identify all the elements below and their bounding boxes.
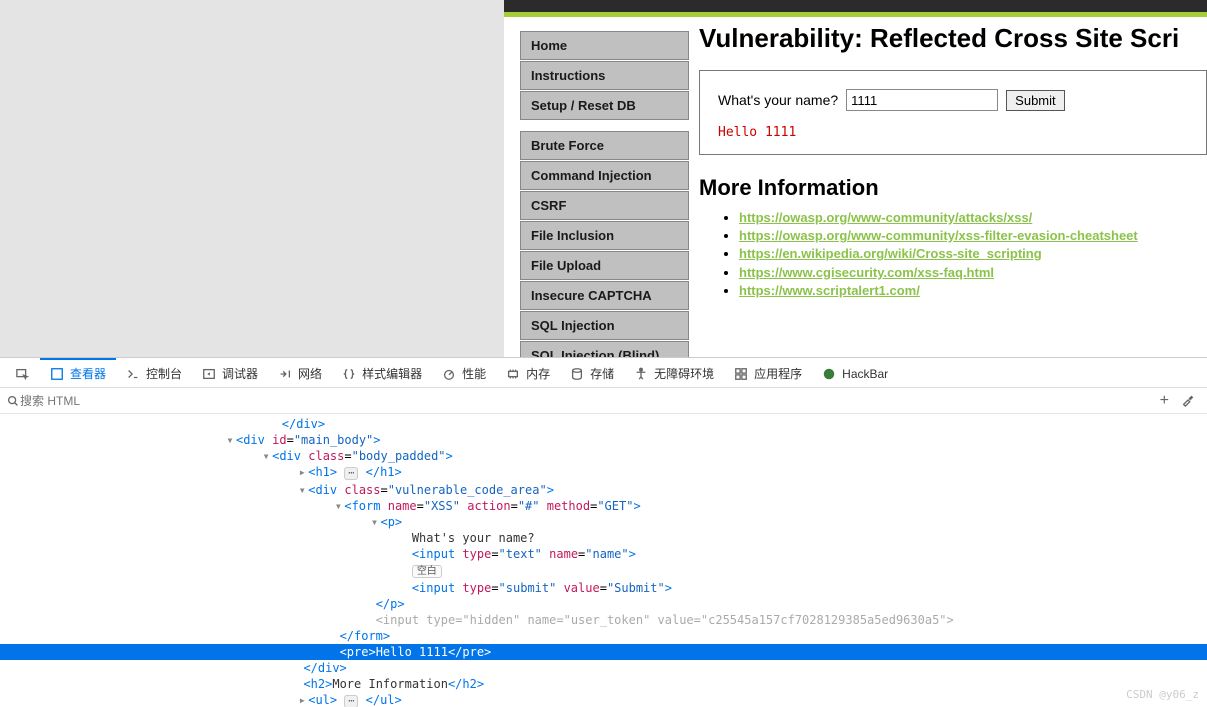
selected-dom-node[interactable]: <pre>Hello 1111</pre> bbox=[0, 644, 1207, 660]
tab-console[interactable]: 控制台 bbox=[116, 358, 192, 388]
info-link[interactable]: https://en.wikipedia.org/wiki/Cross-site… bbox=[739, 246, 1042, 261]
sidebar-nav: HomeInstructionsSetup / Reset DB Brute F… bbox=[504, 17, 699, 357]
info-link[interactable]: https://owasp.org/www-community/attacks/… bbox=[739, 210, 1032, 225]
watermark: CSDN @y06_z bbox=[1126, 687, 1199, 703]
info-link-item: https://www.scriptalert1.com/ bbox=[739, 282, 1207, 300]
info-link-item: https://www.cgisecurity.com/xss-faq.html bbox=[739, 264, 1207, 282]
nav-item[interactable]: Command Injection bbox=[520, 161, 689, 190]
dom-tree[interactable]: </div> ▾<div id="main_body"> ▾<div class… bbox=[0, 414, 1207, 707]
nav-item[interactable]: CSRF bbox=[520, 191, 689, 220]
nav-item[interactable]: Insecure CAPTCHA bbox=[520, 281, 689, 310]
output-pre: Hello 1111 bbox=[718, 125, 1188, 140]
devtools-search-row: + bbox=[0, 388, 1207, 414]
page-title: Vulnerability: Reflected Cross Site Scri bbox=[699, 23, 1207, 54]
search-icon bbox=[6, 394, 20, 408]
dvwa-page: HomeInstructionsSetup / Reset DB Brute F… bbox=[504, 0, 1207, 357]
name-input[interactable] bbox=[846, 89, 998, 111]
tab-style-editor[interactable]: 样式编辑器 bbox=[332, 358, 432, 388]
info-link[interactable]: https://owasp.org/www-community/xss-filt… bbox=[739, 228, 1138, 243]
info-link-item: https://owasp.org/www-community/xss-filt… bbox=[739, 227, 1207, 245]
nav-item[interactable]: File Inclusion bbox=[520, 221, 689, 250]
info-link[interactable]: https://www.scriptalert1.com/ bbox=[739, 283, 920, 298]
info-link[interactable]: https://www.cgisecurity.com/xss-faq.html bbox=[739, 265, 994, 280]
nav-item[interactable]: File Upload bbox=[520, 251, 689, 280]
html-search-input[interactable] bbox=[20, 390, 1154, 412]
add-node-button[interactable]: + bbox=[1154, 392, 1175, 410]
tab-performance[interactable]: 性能 bbox=[432, 358, 496, 388]
nav-item[interactable]: Instructions bbox=[520, 61, 689, 90]
header-blackbar bbox=[504, 0, 1207, 12]
nav-item[interactable]: Home bbox=[520, 31, 689, 60]
tab-accessibility[interactable]: 无障碍环境 bbox=[624, 358, 724, 388]
viewport-blank-area bbox=[0, 0, 504, 357]
info-links-list: https://owasp.org/www-community/attacks/… bbox=[739, 209, 1207, 300]
nav-item[interactable]: Setup / Reset DB bbox=[520, 91, 689, 120]
tab-inspector[interactable]: 查看器 bbox=[40, 358, 116, 388]
vulnerable-code-area: What's your name? Submit Hello 1111 bbox=[699, 70, 1207, 155]
browser-viewport: HomeInstructionsSetup / Reset DB Brute F… bbox=[0, 0, 1207, 358]
tab-hackbar[interactable]: HackBar bbox=[812, 358, 898, 388]
tab-pick-element[interactable] bbox=[6, 358, 40, 388]
form-label: What's your name? bbox=[718, 92, 838, 108]
devtools-panel: 查看器 控制台 调试器 网络 样式编辑器 性能 内存 存储 无障碍环境 应用程序… bbox=[0, 358, 1207, 707]
nav-item[interactable]: SQL Injection (Blind) bbox=[520, 341, 689, 357]
info-link-item: https://en.wikipedia.org/wiki/Cross-site… bbox=[739, 245, 1207, 263]
tab-application[interactable]: 应用程序 bbox=[724, 358, 812, 388]
submit-button[interactable]: Submit bbox=[1006, 90, 1064, 111]
tab-debugger[interactable]: 调试器 bbox=[192, 358, 268, 388]
nav-item[interactable]: Brute Force bbox=[520, 131, 689, 160]
tab-memory[interactable]: 内存 bbox=[496, 358, 560, 388]
nav-item[interactable]: SQL Injection bbox=[520, 311, 689, 340]
tab-network[interactable]: 网络 bbox=[268, 358, 332, 388]
devtools-tabs: 查看器 控制台 调试器 网络 样式编辑器 性能 内存 存储 无障碍环境 应用程序… bbox=[0, 358, 1207, 388]
tab-storage[interactable]: 存储 bbox=[560, 358, 624, 388]
eyedropper-button[interactable] bbox=[1175, 392, 1201, 410]
info-link-item: https://owasp.org/www-community/attacks/… bbox=[739, 209, 1207, 227]
more-info-heading: More Information bbox=[699, 175, 1207, 201]
